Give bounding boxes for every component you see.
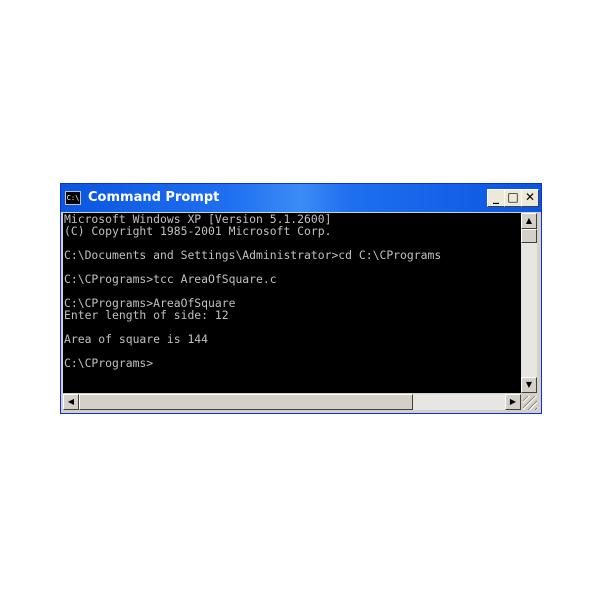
command-prompt-window[interactable]: C:\ Command Prompt _ □ ✕ Microsoft Windo… [60, 183, 542, 414]
resize-grip[interactable] [523, 396, 537, 410]
title-bar[interactable]: C:\ Command Prompt _ □ ✕ [61, 184, 541, 212]
console-line: C:\Documents and Settings\Administrator>… [64, 248, 442, 262]
console-icon[interactable]: C:\ [65, 191, 81, 205]
horizontal-scroll-thumb[interactable] [79, 394, 413, 410]
vertical-scrollbar[interactable]: ▲ ▼ [521, 213, 537, 393]
scroll-up-button[interactable]: ▲ [521, 213, 537, 229]
console-line: C:\CPrograms>tcc AreaOfSquare.c [64, 272, 277, 286]
scroll-right-button[interactable]: ▶ [505, 394, 521, 410]
horizontal-scrollbar[interactable]: ◀ ▶ [63, 394, 521, 410]
minimize-button[interactable]: _ [487, 189, 505, 207]
console-prompt[interactable]: C:\CPrograms> [63, 357, 521, 369]
console-line: (C) Copyright 1985-2001 Microsoft Corp. [64, 224, 332, 238]
console-output[interactable]: Microsoft Windows XP [Version 5.1.2600] … [63, 213, 521, 393]
maximize-button[interactable]: □ [504, 189, 522, 207]
scroll-left-button[interactable]: ◀ [63, 394, 79, 410]
console-line: Enter length of side: 12 [64, 308, 229, 322]
scroll-down-button[interactable]: ▼ [521, 377, 537, 393]
console-line: Area of square is 144 [64, 332, 209, 346]
window-title: Command Prompt [88, 190, 220, 205]
close-button[interactable]: ✕ [521, 189, 539, 207]
vertical-scroll-thumb[interactable] [521, 229, 537, 243]
